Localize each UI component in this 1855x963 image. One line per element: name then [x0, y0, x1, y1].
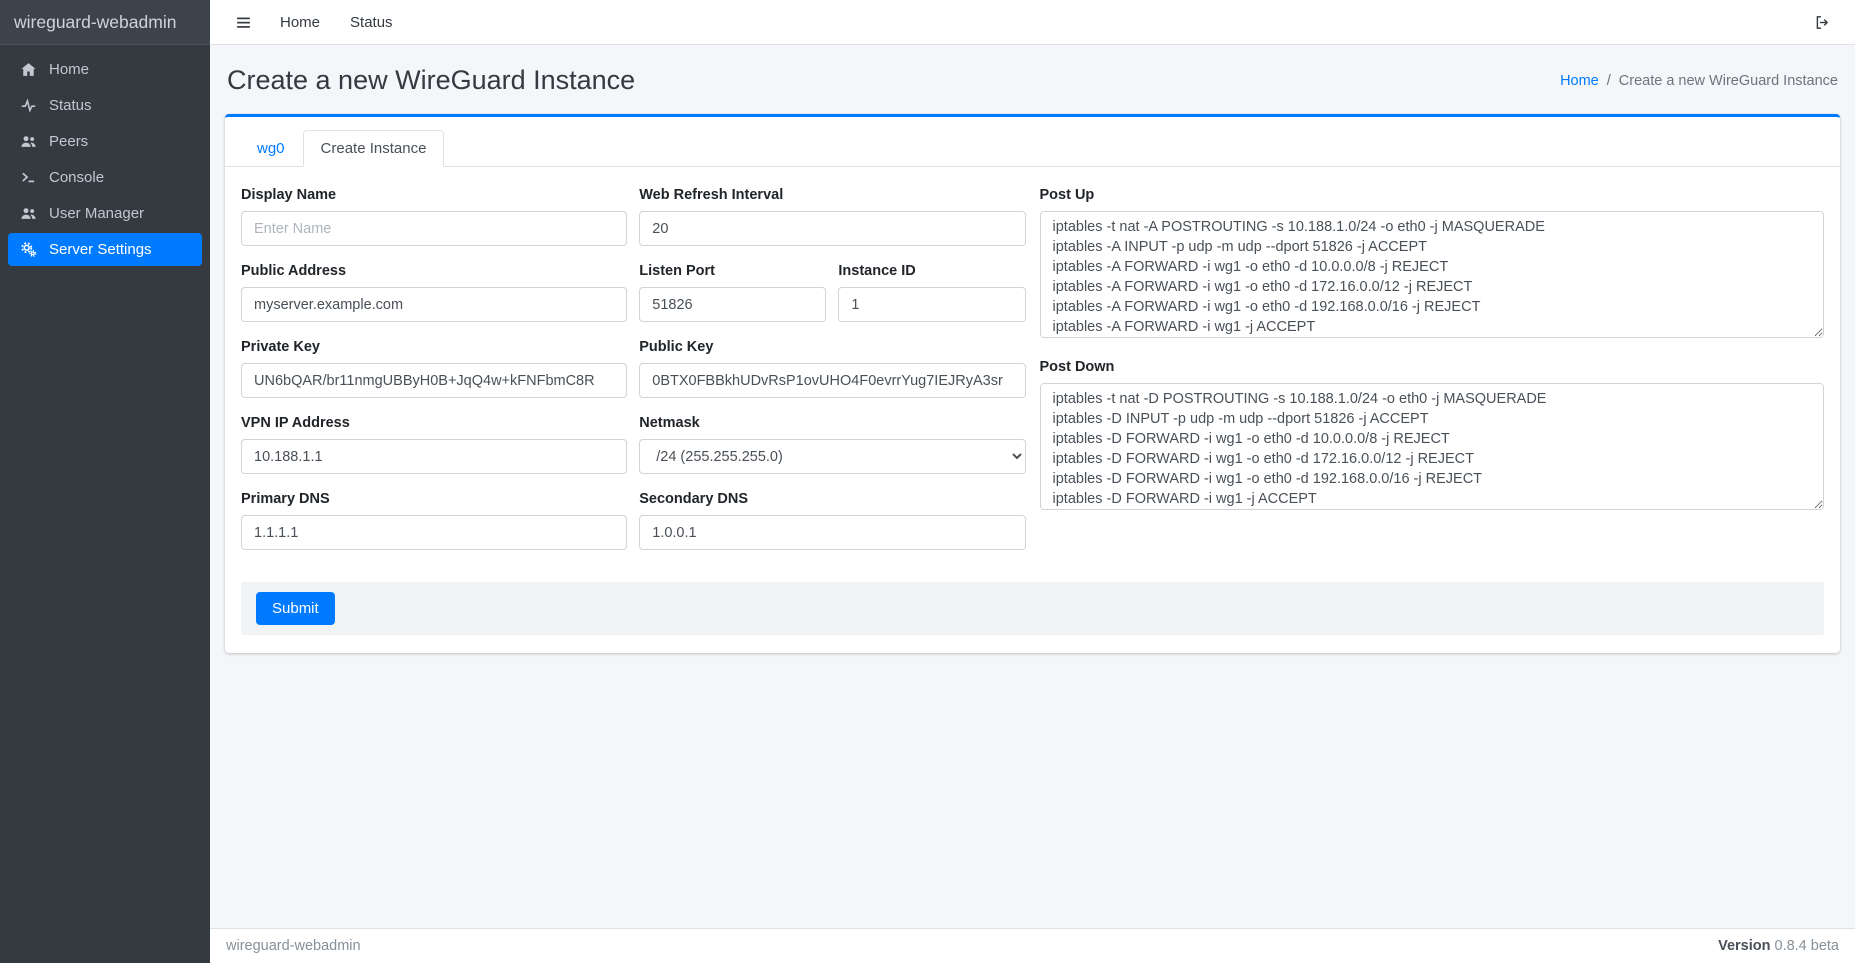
logout-button[interactable]	[1804, 6, 1841, 39]
post-up-textarea[interactable]: iptables -t nat -A POSTROUTING -s 10.188…	[1040, 211, 1825, 338]
sidebar-item-server-settings[interactable]: Server Settings	[8, 233, 202, 266]
app-root: wireguard-webadmin Home Status Peers	[0, 0, 1855, 963]
users-icon	[18, 205, 38, 222]
web-refresh-interval-input[interactable]	[639, 211, 1025, 246]
sidebar-item-label: Console	[49, 169, 104, 186]
web-refresh-interval-label: Web Refresh Interval	[639, 187, 1025, 203]
instance-tabs: wg0 Create Instance	[225, 117, 1840, 167]
private-key-input[interactable]	[241, 363, 627, 398]
breadcrumb: Home / Create a new WireGuard Instance	[1560, 73, 1838, 89]
secondary-dns-label: Secondary DNS	[639, 491, 1025, 507]
instance-form: Display Name Web Refresh Interval	[241, 187, 1824, 567]
sidebar-item-label: Peers	[49, 133, 88, 150]
instance-form-body: Display Name Web Refresh Interval	[225, 167, 1840, 653]
sidebar-item-peers[interactable]: Peers	[8, 125, 202, 158]
sidebar-item-label: Server Settings	[49, 241, 152, 258]
instance-card: wg0 Create Instance Display Name	[225, 114, 1840, 653]
submit-button[interactable]: Submit	[256, 592, 335, 625]
status-icon	[18, 97, 38, 114]
vpn-ip-label: VPN IP Address	[241, 415, 627, 431]
sidebar-item-user-manager[interactable]: User Manager	[8, 197, 202, 230]
post-down-label: Post Down	[1040, 359, 1825, 375]
sidebar-menu: Home Status Peers Console	[0, 45, 210, 277]
gears-icon	[18, 241, 38, 258]
display-name-label: Display Name	[241, 187, 627, 203]
secondary-dns-input[interactable]	[639, 515, 1025, 550]
public-key-input[interactable]	[639, 363, 1025, 398]
tab-wg0[interactable]: wg0	[239, 130, 303, 167]
logout-icon	[1814, 14, 1831, 31]
netmask-label: Netmask	[639, 415, 1025, 431]
breadcrumb-home-link[interactable]: Home	[1560, 73, 1599, 89]
sidebar-item-status[interactable]: Status	[8, 89, 202, 122]
display-name-input[interactable]	[241, 211, 627, 246]
content-wrapper: Create a new WireGuard Instance Home / C…	[210, 45, 1855, 928]
navbar-link-status[interactable]: Status	[337, 6, 406, 39]
console-icon	[18, 169, 38, 186]
navbar-link-home[interactable]: Home	[267, 6, 333, 39]
post-up-label: Post Up	[1040, 187, 1825, 203]
page-title: Create a new WireGuard Instance	[227, 65, 635, 96]
brand-text: wireguard-webadmin	[14, 12, 176, 33]
sidebar-item-label: Status	[49, 97, 92, 114]
netmask-select[interactable]: /24 (255.255.255.0)	[639, 439, 1025, 474]
sidebar-item-console[interactable]: Console	[8, 161, 202, 194]
content-header: Create a new WireGuard Instance Home / C…	[225, 59, 1840, 114]
footer-version-label: Version	[1718, 938, 1770, 954]
private-key-label: Private Key	[241, 339, 627, 355]
post-down-textarea[interactable]: iptables -t nat -D POSTROUTING -s 10.188…	[1040, 383, 1825, 510]
listen-port-input[interactable]	[639, 287, 826, 322]
sidebar: wireguard-webadmin Home Status Peers	[0, 0, 210, 963]
breadcrumb-current: Create a new WireGuard Instance	[1619, 73, 1838, 89]
sidebar-toggle-button[interactable]	[224, 6, 263, 39]
public-address-label: Public Address	[241, 263, 627, 279]
breadcrumb-separator: /	[1607, 73, 1611, 89]
vpn-ip-input[interactable]	[241, 439, 627, 474]
form-left-column: Display Name Web Refresh Interval	[241, 187, 1026, 567]
instance-id-input[interactable]	[838, 287, 1025, 322]
sidebar-item-label: User Manager	[49, 205, 144, 222]
footer-brand: wireguard-webadmin	[226, 938, 361, 954]
footer-version-value: 0.8.4 beta	[1775, 938, 1840, 954]
brand-link[interactable]: wireguard-webadmin	[0, 0, 210, 45]
primary-dns-label: Primary DNS	[241, 491, 627, 507]
peers-icon	[18, 133, 38, 150]
listen-port-label: Listen Port	[639, 263, 826, 279]
footer-version: Version 0.8.4 beta	[1718, 938, 1839, 954]
hamburger-icon	[235, 14, 252, 31]
main-column: Home Status Create a new WireGuard Insta…	[210, 0, 1855, 963]
tab-create-instance[interactable]: Create Instance	[303, 130, 445, 167]
top-navbar: Home Status	[210, 0, 1855, 45]
submit-bar: Submit	[241, 582, 1824, 635]
home-icon	[18, 61, 38, 78]
public-address-input[interactable]	[241, 287, 627, 322]
sidebar-item-label: Home	[49, 61, 89, 78]
page-footer: wireguard-webadmin Version 0.8.4 beta	[210, 928, 1855, 963]
form-right-column: Post Up iptables -t nat -A POSTROUTING -…	[1040, 187, 1825, 531]
instance-id-label: Instance ID	[838, 263, 1025, 279]
sidebar-item-home[interactable]: Home	[8, 53, 202, 86]
public-key-label: Public Key	[639, 339, 1025, 355]
primary-dns-input[interactable]	[241, 515, 627, 550]
